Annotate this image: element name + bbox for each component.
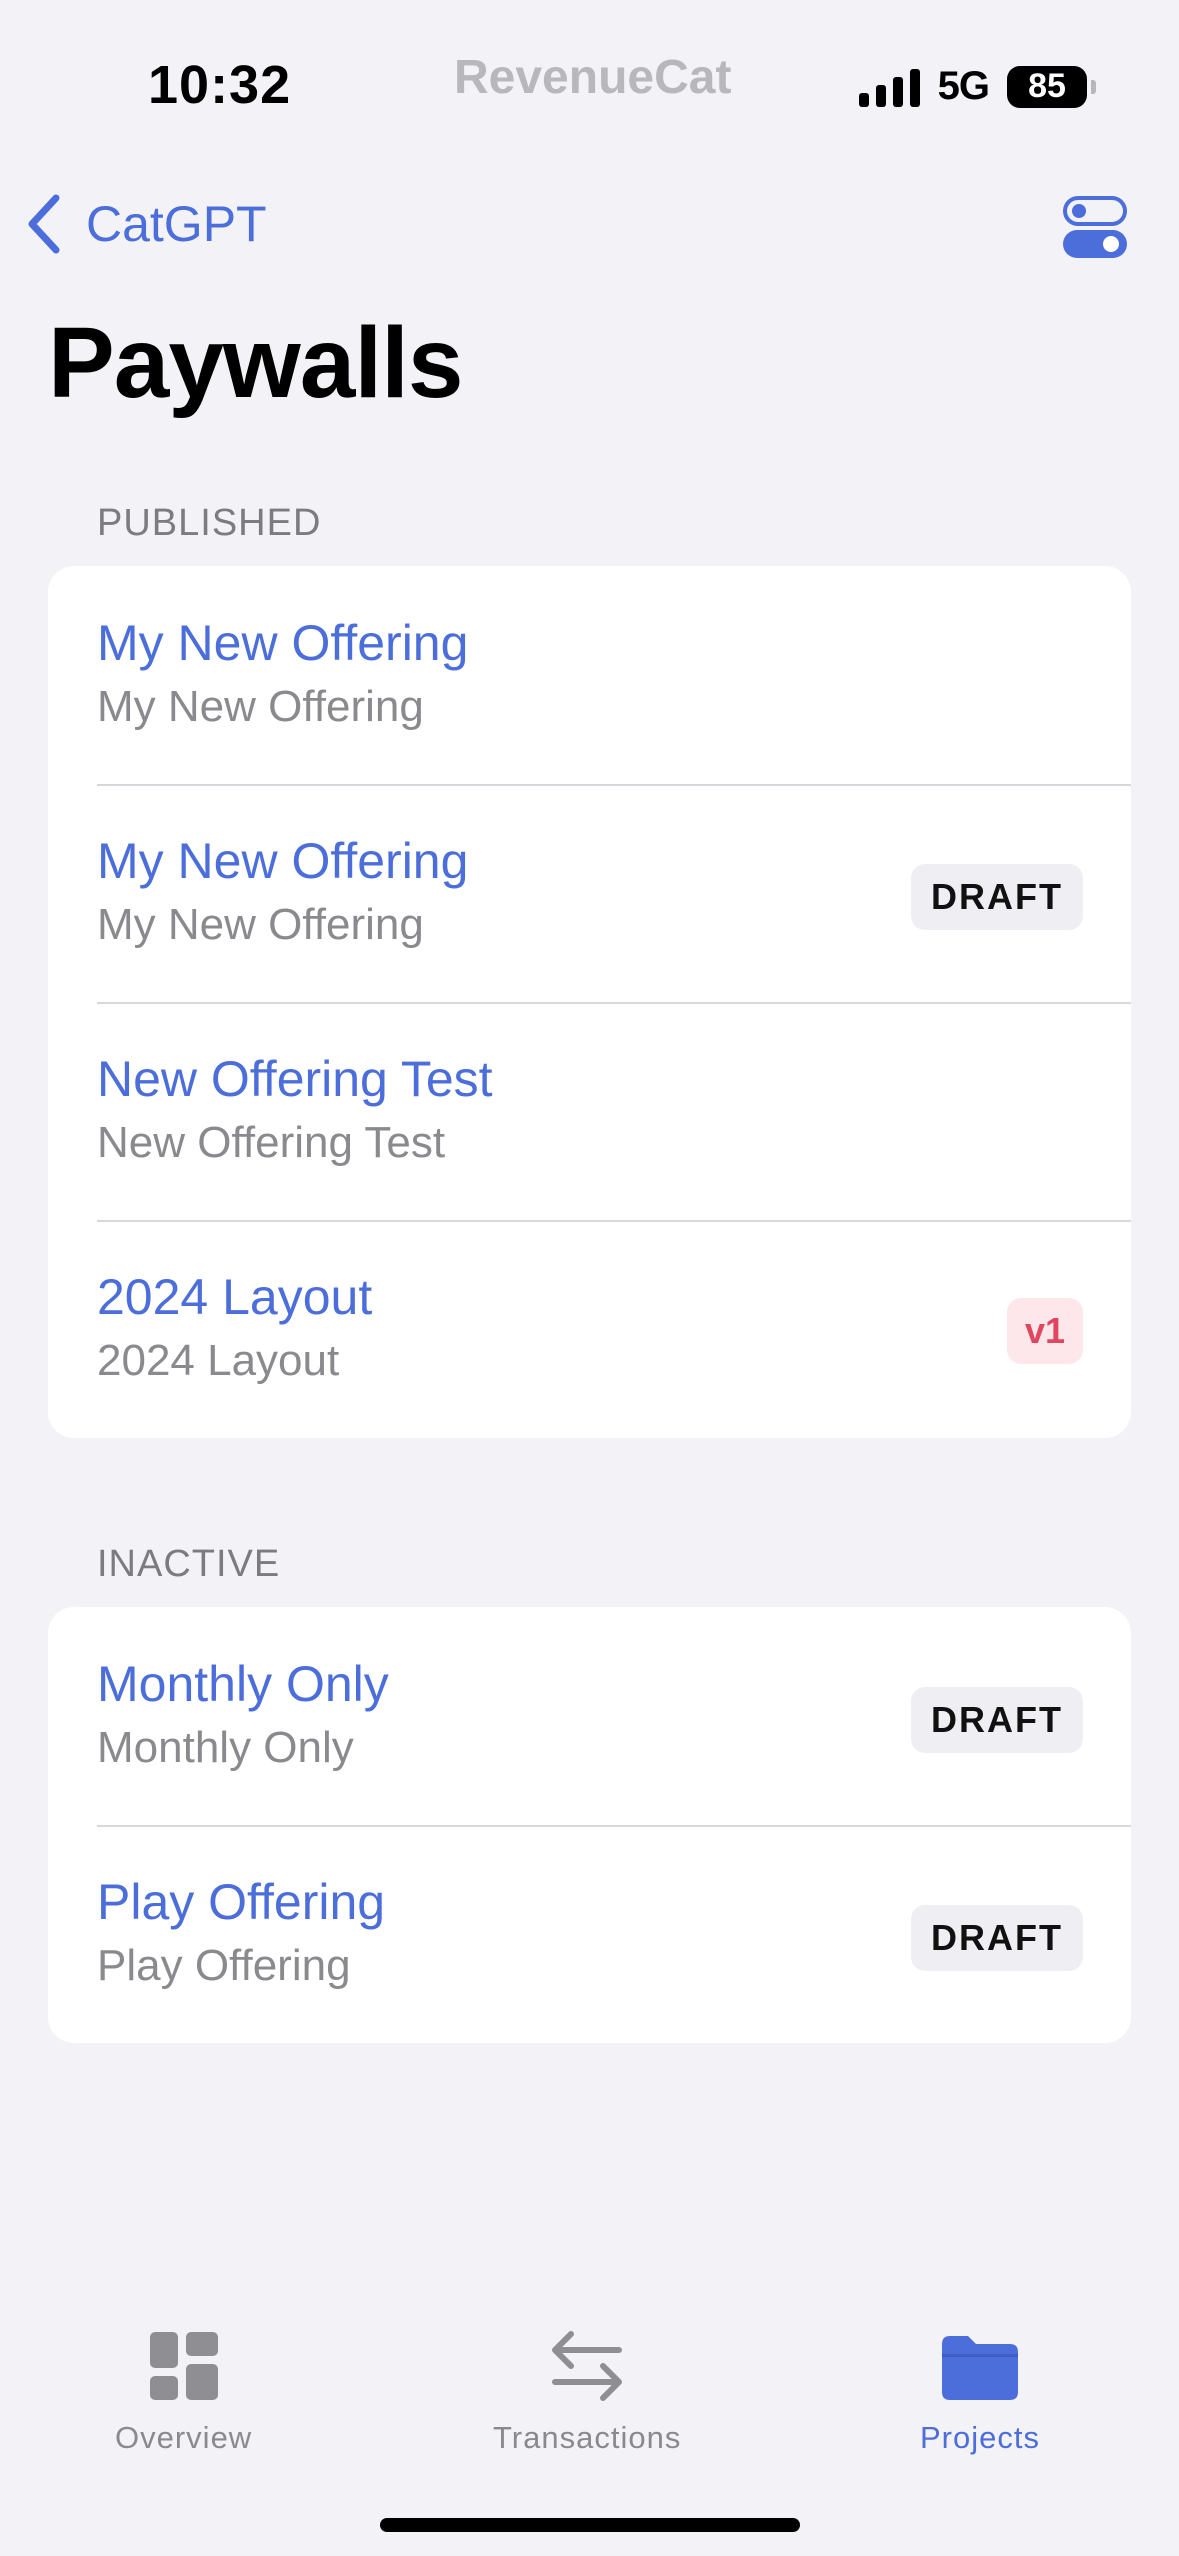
status-bar: 10:32 RevenueCat 5G 85 (0, 0, 1179, 160)
list-item[interactable]: Play Offering Play Offering DRAFT (48, 1825, 1131, 2043)
list-item[interactable]: My New Offering My New Offering DRAFT (48, 784, 1131, 1002)
page-title: Paywalls (48, 307, 464, 419)
back-button[interactable]: CatGPT (22, 192, 267, 256)
folder-icon (941, 2336, 1018, 2400)
network-type: 5G (937, 64, 990, 108)
grid-icon (149, 2332, 218, 2400)
offering-subtitle: My New Offering (97, 682, 424, 731)
arrows-icon (552, 2331, 623, 2401)
section-header-inactive: INACTIVE (97, 1543, 281, 1585)
offering-subtitle: Monthly Only (97, 1723, 354, 1772)
offering-subtitle: 2024 Layout (97, 1336, 340, 1385)
section-header-published: PUBLISHED (97, 502, 322, 544)
inactive-list: Monthly Only Monthly Only DRAFT Play Off… (48, 1607, 1131, 2043)
draft-badge: DRAFT (911, 1687, 1083, 1753)
list-item[interactable]: 2024 Layout 2024 Layout v1 (48, 1220, 1131, 1438)
tab-overview[interactable]: Overview (115, 2326, 252, 2456)
tab-projects[interactable]: Projects (920, 2326, 1040, 2456)
version-badge: v1 (1006, 1298, 1083, 1364)
tab-label: Projects (920, 2420, 1040, 2455)
status-indicators: 5G 85 (858, 64, 1096, 109)
status-time: 10:32 (148, 55, 292, 115)
tab-transactions[interactable]: Transactions (493, 2326, 681, 2456)
toggle-settings-icon[interactable] (1063, 196, 1127, 258)
offering-title: New Offering Test (97, 1051, 493, 1107)
offering-title: 2024 Layout (97, 1269, 373, 1325)
home-indicator (380, 2518, 800, 2532)
list-item[interactable]: New Offering Test New Offering Test (48, 1002, 1131, 1220)
tab-label: Overview (115, 2420, 253, 2455)
battery-icon: 85 (1007, 65, 1096, 108)
cellular-signal-icon (858, 67, 920, 107)
draft-badge: DRAFT (911, 864, 1083, 930)
tab-label: Transactions (493, 2420, 682, 2455)
offering-title: My New Offering (97, 615, 469, 671)
offering-subtitle: Play Offering (97, 1941, 351, 1990)
offering-title: My New Offering (97, 833, 469, 889)
offering-title: Monthly Only (97, 1656, 389, 1712)
offering-subtitle: New Offering Test (97, 1118, 446, 1167)
battery-level: 85 (1028, 67, 1066, 105)
offering-title: Play Offering (97, 1874, 386, 1930)
offering-subtitle: My New Offering (97, 900, 424, 949)
draft-badge: DRAFT (911, 1905, 1083, 1971)
published-list: My New Offering My New Offering My New O… (48, 566, 1131, 1438)
list-item[interactable]: My New Offering My New Offering (48, 566, 1131, 784)
list-item[interactable]: Monthly Only Monthly Only DRAFT (48, 1607, 1131, 1825)
chevron-left-icon (28, 194, 60, 254)
brand-logo: RevenueCat (454, 51, 732, 104)
back-label: CatGPT (86, 196, 267, 252)
